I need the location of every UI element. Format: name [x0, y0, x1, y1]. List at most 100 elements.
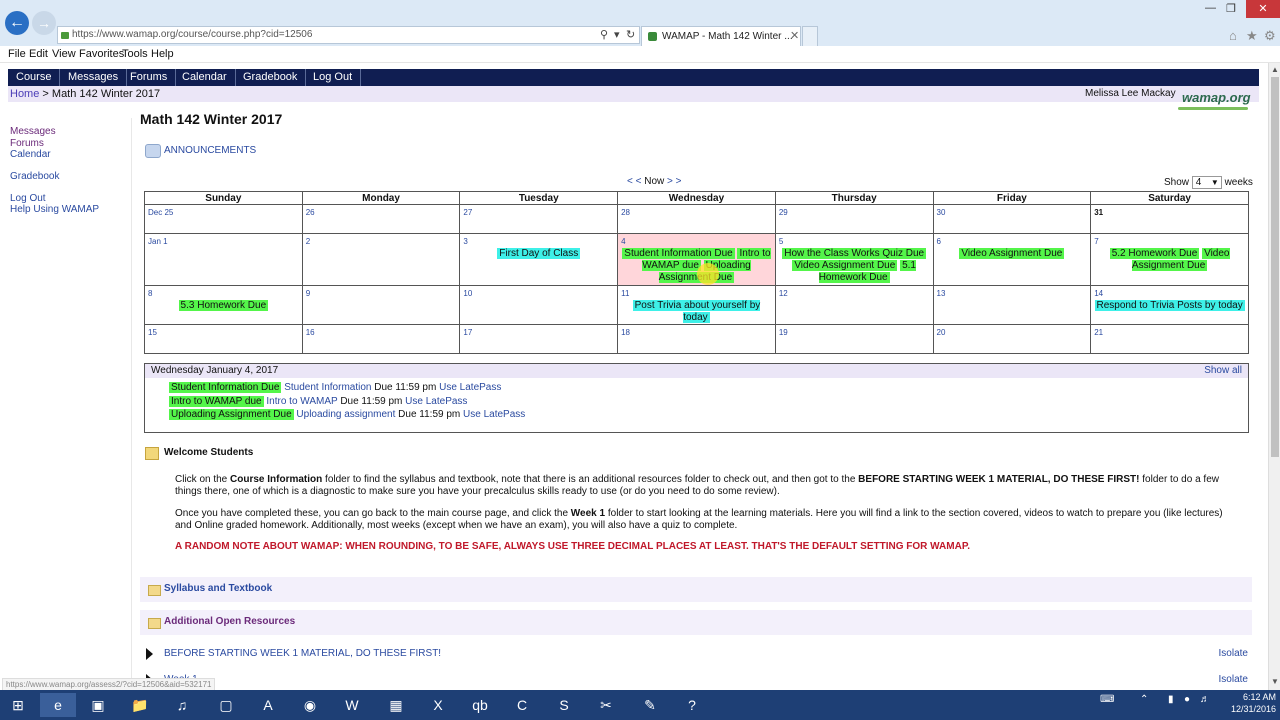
menu-favorites[interactable]: Favorites — [79, 48, 124, 60]
assignment-link[interactable]: Uploading assignment — [296, 409, 395, 420]
folder-title[interactable]: Additional Open Resources — [164, 616, 295, 627]
calendar-event[interactable]: Video Assignment Due — [792, 260, 898, 271]
menu-edit[interactable]: Edit — [29, 48, 48, 60]
chrome-icon[interactable]: ◉ — [292, 693, 328, 717]
back-button[interactable]: ← — [5, 11, 29, 35]
calendar-day[interactable]: 26 — [301, 204, 461, 234]
scroll-thumb[interactable] — [1271, 77, 1279, 457]
nav-calendar[interactable]: Calendar — [174, 69, 236, 86]
favorites-star-icon[interactable]: ★ — [1246, 28, 1258, 44]
clock-time[interactable]: 6:12 AM — [1228, 692, 1276, 702]
nav-messages[interactable]: Messages — [60, 69, 128, 86]
expand-triangle-icon[interactable] — [146, 648, 153, 660]
nav-gradebook[interactable]: Gradebook — [235, 69, 307, 86]
calendar-day[interactable]: 18 — [617, 324, 776, 354]
assignment-link[interactable]: Student Information — [284, 382, 371, 393]
nav-forums[interactable]: Forums — [122, 69, 177, 86]
calendar-event[interactable]: Video Assignment Due — [959, 248, 1065, 259]
menu-view[interactable]: View — [52, 48, 76, 60]
latepass-link[interactable]: Use LatePass — [405, 396, 467, 407]
browser-tab[interactable]: WAMAP - Math 142 Winter ... ✕ — [641, 26, 801, 46]
start-windows-icon[interactable]: ⊞ — [0, 693, 36, 717]
calendar-day[interactable]: 5 How the Class Works Quiz Due Video Ass… — [774, 233, 934, 286]
snipping-tool-icon[interactable]: ✂ — [588, 693, 624, 717]
calendar-day[interactable]: 19 — [774, 324, 934, 354]
acrobat-icon[interactable]: A — [250, 693, 286, 717]
minimize-icon[interactable]: — — [1205, 2, 1216, 14]
network-icon[interactable]: ● — [1184, 694, 1190, 705]
isolate-link[interactable]: Isolate — [1219, 648, 1248, 659]
word-icon[interactable]: W — [334, 693, 370, 717]
latepass-link[interactable]: Use LatePass — [439, 382, 501, 393]
scroll-down-icon[interactable]: ▼ — [1271, 677, 1279, 686]
internet-explorer-icon[interactable]: e — [40, 693, 76, 717]
sidebar-help[interactable]: Help Using WAMAP — [10, 204, 99, 215]
clock-date[interactable]: 12/31/2016 — [1226, 704, 1276, 714]
monitor-icon[interactable]: ▢ — [208, 693, 244, 717]
calendar-day-selected[interactable]: 4 Student Information Due Intro to WAMAP… — [617, 233, 776, 286]
latepass-link[interactable]: Use LatePass — [463, 409, 525, 420]
block-title[interactable]: BEFORE STARTING WEEK 1 MATERIAL, DO THES… — [164, 648, 441, 659]
headphones-icon[interactable]: ♫ — [164, 693, 200, 717]
volume-icon[interactable]: ♬ — [1200, 694, 1210, 705]
calendar-prev[interactable]: < < — [627, 176, 641, 187]
block-before-week1[interactable]: BEFORE STARTING WEEK 1 MATERIAL, DO THES… — [140, 644, 1252, 664]
quickbooks-icon[interactable]: qb — [462, 693, 498, 717]
calendar-day[interactable]: 7 5.2 Homework Due Video Assignment Due — [1090, 233, 1249, 286]
snagit-icon[interactable]: S — [546, 693, 582, 717]
camtasia-icon[interactable]: C — [504, 693, 540, 717]
sidebar-calendar[interactable]: Calendar — [10, 149, 51, 160]
calendar-day[interactable]: 28 — [617, 204, 776, 234]
show-all-link[interactable]: Show all — [1204, 365, 1242, 376]
calendar-day[interactable]: 17 — [459, 324, 619, 354]
search-icon[interactable]: ⚲ — [600, 28, 608, 41]
calendar-day[interactable]: 12 — [774, 285, 934, 325]
calendar-day[interactable]: 30 — [932, 204, 1092, 234]
excel-icon[interactable]: X — [420, 693, 456, 717]
calendar-day[interactable]: 14 Respond to Trivia Posts by today — [1090, 285, 1249, 325]
window-close-button[interactable]: ✕ — [1246, 0, 1280, 18]
calendar-day[interactable]: 20 — [932, 324, 1092, 354]
calendar-day[interactable]: 6 Video Assignment Due — [932, 233, 1092, 286]
calendar-day[interactable]: 29 — [774, 204, 934, 234]
store-icon[interactable]: ▣ — [80, 693, 116, 717]
breadcrumb-home[interactable]: Home — [10, 88, 39, 100]
calendar-day[interactable]: 16 — [301, 324, 461, 354]
calendar-day[interactable]: 13 — [932, 285, 1092, 325]
menu-help[interactable]: Help — [151, 48, 174, 60]
calendar-day[interactable]: Jan 1 — [144, 233, 303, 286]
isolate-link[interactable]: Isolate — [1219, 674, 1248, 685]
calendar-day[interactable]: 27 — [459, 204, 619, 234]
file-explorer-icon[interactable]: 📁 — [122, 693, 158, 717]
calendar-day[interactable]: 9 — [301, 285, 461, 325]
calendar-next[interactable]: > > — [667, 176, 681, 187]
calendar-day[interactable]: 10 — [459, 285, 619, 325]
vertical-scrollbar[interactable]: ▲ ▼ — [1268, 63, 1280, 690]
calendar-day[interactable]: 31 — [1090, 204, 1249, 234]
chevron-up-icon[interactable]: ⌃ — [1140, 694, 1148, 705]
calendar-day[interactable]: 3 First Day of Class — [459, 233, 619, 286]
calendar-event[interactable]: Respond to Trivia Posts by today — [1094, 300, 1245, 311]
nav-course[interactable]: Course — [8, 69, 61, 86]
menu-file[interactable]: File — [8, 48, 26, 60]
notes-icon[interactable]: ✎ — [632, 693, 668, 717]
help-icon[interactable]: ? — [674, 693, 710, 717]
home-icon[interactable]: ⌂ — [1229, 28, 1237, 43]
folder-syllabus[interactable]: Syllabus and Textbook — [140, 577, 1252, 602]
battery-icon[interactable]: ▮ — [1168, 694, 1174, 705]
calendar-event[interactable]: Post Trivia about yourself by today — [632, 300, 761, 323]
forward-button[interactable]: → — [32, 11, 56, 35]
calendar-event[interactable]: How the Class Works Quiz Due — [782, 248, 927, 259]
refresh-icon[interactable]: ↻ — [626, 28, 635, 41]
calendar-day[interactable]: 15 — [144, 324, 303, 354]
folder-title[interactable]: Syllabus and Textbook — [164, 583, 272, 594]
calendar-event[interactable]: First Day of Class — [497, 248, 581, 259]
calendar-now[interactable]: Now — [644, 176, 664, 187]
calculator-icon[interactable]: ▦ — [378, 693, 414, 717]
address-bar[interactable]: https://www.wamap.org/course/course.php?… — [57, 26, 640, 44]
weeks-select[interactable]: 4 ▼ — [1191, 176, 1222, 189]
dropdown-icon[interactable]: ▾ — [614, 28, 620, 41]
nav-logout[interactable]: Log Out — [305, 69, 362, 86]
sidebar-logout[interactable]: Log Out — [10, 193, 46, 204]
settings-gear-icon[interactable]: ⚙ — [1264, 28, 1276, 44]
